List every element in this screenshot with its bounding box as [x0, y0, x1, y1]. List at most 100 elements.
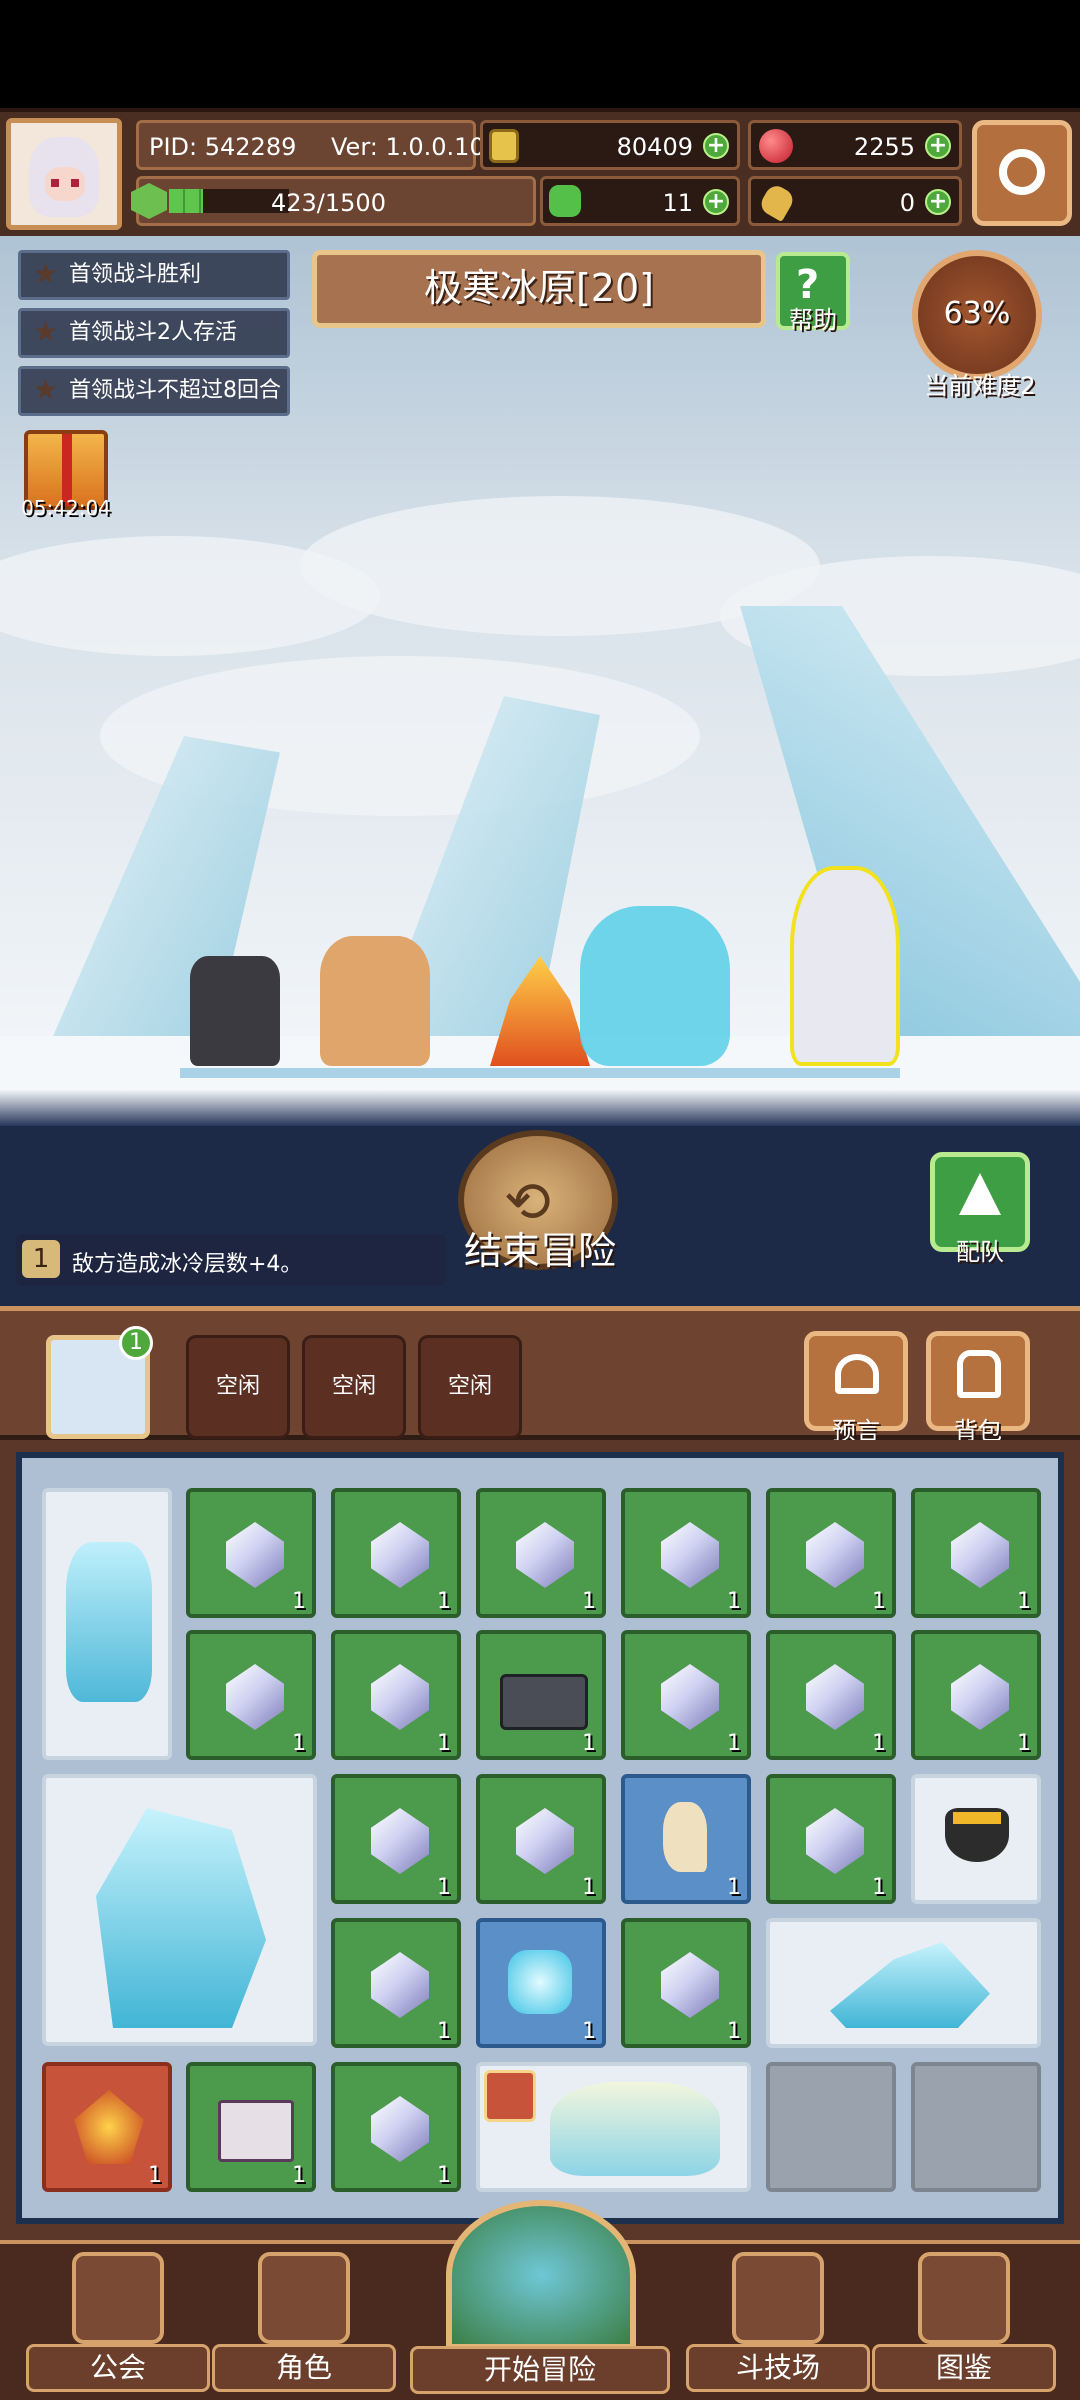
crystal-item[interactable]: 1	[911, 1488, 1041, 1618]
crystal-item[interactable]: 1	[621, 1630, 751, 1760]
crystal-item[interactable]: 1	[766, 1488, 896, 1618]
gold-counter: 80409 +	[480, 120, 740, 170]
locked-slot	[766, 2062, 896, 2192]
quest-item: ★ 首领战斗不超过8回合	[18, 366, 290, 416]
idle-slot[interactable]: 空闲	[302, 1335, 406, 1439]
crystal-item[interactable]: 1	[186, 1630, 316, 1760]
crystal-item[interactable]: 1	[621, 1488, 751, 1618]
energy-amount: 423/1500	[271, 189, 386, 217]
inventory-grid: 1 1 1 1 1 1 1 1 1 1 1 1 1 1 1 1 1 1 1 1 …	[16, 1452, 1064, 2224]
bone-counter: 0 +	[748, 176, 962, 226]
energy-panel: 423/1500	[131, 176, 536, 226]
gold-amount: 80409	[616, 133, 693, 161]
bone-item[interactable]: 1	[621, 1774, 751, 1904]
gold-coin-icon	[489, 129, 519, 163]
crystal-item[interactable]: 1	[331, 1918, 461, 2048]
effect-text: 敌方造成冰冷层数+4。	[72, 1252, 303, 1277]
nav-label: 斗技场	[686, 2344, 870, 2392]
clover-amount: 11	[662, 189, 693, 217]
effect-index: 1	[22, 1240, 60, 1278]
effect-bar: 1 敌方造成冰冷层数+4。	[16, 1234, 446, 1286]
star-icon: ★	[33, 373, 59, 406]
crystal-item[interactable]: 1	[766, 1630, 896, 1760]
magnifier-globe-icon	[446, 2200, 636, 2350]
quest-label: 首领战斗不超过8回合	[69, 378, 281, 403]
ice-shard-item[interactable]	[766, 1918, 1041, 2048]
team-icon	[959, 1173, 1001, 1215]
idle-slot[interactable]: 空闲	[418, 1335, 522, 1439]
star-icon: ★	[33, 315, 59, 348]
stage-title: 极寒冰原[20]	[423, 266, 654, 310]
bone-icon	[757, 182, 797, 222]
box-item[interactable]: 1	[186, 2062, 316, 2192]
quest-label: 首领战斗2人存活	[69, 320, 237, 345]
add-gold-icon[interactable]: +	[703, 133, 729, 159]
crystal-item[interactable]: 1	[476, 1488, 606, 1618]
crystal-item[interactable]: 1	[621, 1918, 751, 2048]
crystal-item[interactable]: 1	[331, 1488, 461, 1618]
team-label: 配队	[956, 1238, 1004, 1266]
hero-cat-sprite[interactable]	[320, 936, 430, 1066]
battle-scene: ★ 首领战斗胜利 ★ 首领战斗2人存活 ★ 首领战斗不超过8回合 05:42:04	[0, 236, 1080, 1090]
bottom-nav: 公会 角色 开始冒险 斗技场 图鉴	[0, 2200, 1080, 2400]
gem-amount: 2255	[853, 133, 915, 161]
equipment-strip: 1 空闲 空闲 空闲 预言 背包	[0, 1306, 1080, 1445]
idle-slot[interactable]: 空闲	[186, 1335, 290, 1439]
player-info-panel: PID: 542289 Ver: 1.0.0.10	[136, 120, 485, 170]
cauldron-item[interactable]	[911, 1774, 1041, 1904]
hero-knight-sprite[interactable]	[190, 956, 280, 1066]
crystal-item[interactable]: 1	[331, 1630, 461, 1760]
nav-guild[interactable]: 公会	[26, 2252, 210, 2392]
version-label: Ver: 1.0.0.10	[331, 133, 485, 161]
energy-icon	[131, 183, 167, 219]
crystal-item[interactable]: 1	[766, 1774, 896, 1904]
nav-arena[interactable]: 斗技场	[686, 2252, 870, 2392]
ice-orb-item[interactable]: 1	[476, 1918, 606, 2048]
nav-codex[interactable]: 图鉴	[872, 2252, 1056, 2392]
crystal-item[interactable]: 1	[331, 2062, 461, 2192]
player-avatar[interactable]	[6, 118, 122, 230]
add-bone-icon[interactable]: +	[925, 189, 951, 215]
quest-item: ★ 首领战斗胜利	[18, 250, 290, 300]
slot-badge: 1	[119, 1326, 153, 1360]
ice-block-item[interactable]	[42, 1488, 172, 1760]
hero-silver-sprite[interactable]	[790, 866, 900, 1066]
nav-character[interactable]: 角色	[212, 2252, 396, 2392]
book-icon	[918, 2252, 1010, 2344]
add-gem-icon[interactable]: +	[925, 133, 951, 159]
clover-icon	[549, 185, 581, 217]
gift-timer: 05:42:04	[21, 496, 111, 520]
quest-item: ★ 首领战斗2人存活	[18, 308, 290, 358]
gem-counter: 2255 +	[748, 120, 962, 170]
settings-button[interactable]	[972, 120, 1072, 226]
backpack-icon	[957, 1350, 1001, 1398]
enemy-ice-sprite[interactable]	[580, 906, 730, 1066]
lock-icon	[484, 2070, 536, 2122]
nav-start-adventure[interactable]: 开始冒险	[410, 2200, 670, 2394]
crystal-item[interactable]: 1	[476, 1774, 606, 1904]
nav-label: 角色	[212, 2344, 396, 2392]
frozen-tree-item[interactable]	[476, 2062, 751, 2192]
add-clover-icon[interactable]: +	[703, 189, 729, 215]
nav-label: 开始冒险	[410, 2346, 670, 2394]
crystal-item[interactable]: 1	[911, 1630, 1041, 1760]
top-bar: PID: 542289 Ver: 1.0.0.10 80409 + 2255 +…	[0, 108, 1080, 240]
star-icon: ★	[33, 257, 59, 290]
help-label: 帮助	[789, 306, 837, 334]
pid-label: PID: 542289	[149, 133, 297, 161]
clover-counter: 11 +	[540, 176, 740, 226]
crossed-swords-icon	[732, 2252, 824, 2344]
guild-house-icon	[72, 2252, 164, 2344]
crystal-item[interactable]: 1	[186, 1488, 316, 1618]
difficulty-gauge[interactable]: 63%	[912, 250, 1042, 380]
stage-title-banner: 极寒冰原[20]	[312, 250, 766, 328]
crystal-item[interactable]: 1	[331, 1774, 461, 1904]
active-item-slot[interactable]: 1	[46, 1326, 153, 1439]
quest-label: 首领战斗胜利	[69, 262, 202, 287]
difficulty-label: 当前难度2	[924, 372, 1036, 400]
chest-item[interactable]: 1	[476, 1630, 606, 1760]
gear-icon	[999, 149, 1045, 195]
frozen-crystal-item[interactable]	[42, 1774, 317, 2046]
flame-item[interactable]: 1	[42, 2062, 172, 2192]
red-gem-icon	[759, 129, 793, 163]
